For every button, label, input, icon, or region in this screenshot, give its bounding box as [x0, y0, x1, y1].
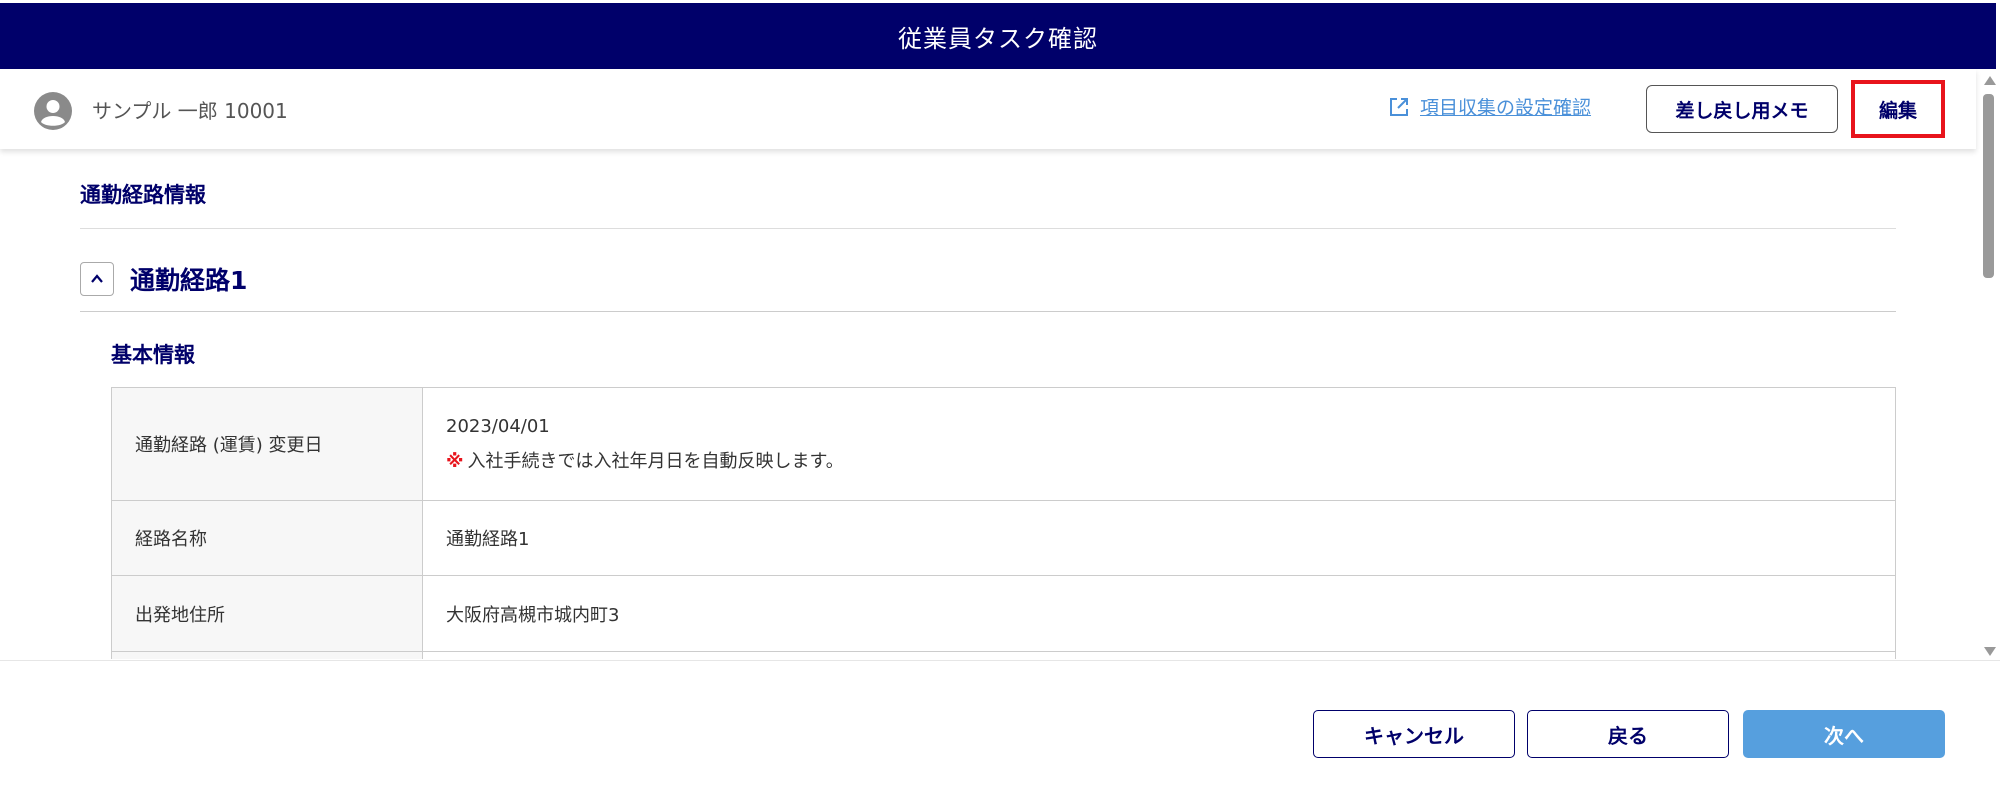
main-content: 通勤経路情報 通勤経路1 基本情報 通勤経路 (運賃) 変更日 2023/04/…: [0, 149, 1976, 659]
row-label: 通勤経路 (運賃) 変更日: [111, 387, 423, 501]
scroll-thumb[interactable]: [1983, 94, 1994, 278]
change-date-value: 2023/04/01: [446, 415, 550, 437]
row-value: 通勤経路1: [422, 500, 1896, 576]
row-value: [422, 651, 1896, 659]
route-title: 通勤経路1: [130, 266, 248, 295]
edit-button-label: 編集: [1878, 99, 1917, 122]
row-value: 大阪府高槻市城内町3: [422, 575, 1896, 652]
cancel-button-label: キャンセル: [1364, 723, 1464, 748]
scroll-down-arrow-icon[interactable]: [1984, 647, 1996, 656]
section-title: 通勤経路情報: [80, 183, 206, 207]
window-title: 従業員タスク確認: [898, 24, 1098, 53]
route-divider: [80, 311, 1896, 312]
info-table: 通勤経路 (運賃) 変更日 2023/04/01 ※ 入社手続きでは入社年月日を自…: [111, 387, 1896, 659]
collapse-button[interactable]: [80, 262, 114, 296]
footer-bar: キャンセル 戻る 次へ: [0, 660, 2000, 802]
return-memo-button[interactable]: 差し戻し用メモ: [1646, 85, 1838, 133]
table-row: [111, 651, 1896, 659]
user-avatar-icon: [34, 92, 72, 130]
next-button-label: 次へ: [1824, 723, 1864, 748]
user-header: サンプル 一郎 10001 項目収集の設定確認 差し戻し用メモ 編集: [0, 69, 1976, 149]
settings-link-label: 項目収集の設定確認: [1420, 97, 1592, 119]
cancel-button[interactable]: キャンセル: [1313, 710, 1515, 758]
section-divider: [80, 228, 1896, 229]
table-row: 出発地住所 大阪府高槻市城内町3: [111, 575, 1896, 652]
chevron-up-icon: [91, 274, 103, 283]
settings-check-link[interactable]: 項目収集の設定確認: [1388, 93, 1591, 120]
scroll-up-arrow-icon[interactable]: [1984, 76, 1996, 85]
user-name: サンプル 一郎 10001: [92, 99, 288, 123]
back-button-label: 戻る: [1608, 723, 1648, 748]
window-title-bar: 従業員タスク確認: [0, 3, 1996, 69]
row-label: 出発地住所: [111, 575, 423, 652]
note-mark: ※: [446, 450, 464, 472]
row-label: 経路名称: [111, 500, 423, 576]
external-link-icon: [1390, 97, 1408, 116]
next-button[interactable]: 次へ: [1743, 710, 1945, 758]
table-row: 通勤経路 (運賃) 変更日 2023/04/01 ※ 入社手続きでは入社年月日を自…: [111, 387, 1896, 501]
row-value: 2023/04/01 ※ 入社手続きでは入社年月日を自動反映します。: [422, 387, 1896, 501]
table-row: 経路名称 通勤経路1: [111, 500, 1896, 576]
vertical-scrollbar[interactable]: [1978, 72, 2000, 660]
note-text: 入社手続きでは入社年月日を自動反映します。: [467, 450, 844, 472]
auto-reflect-note: ※ 入社手続きでは入社年月日を自動反映します。: [446, 447, 1894, 473]
subsection-title: 基本情報: [111, 343, 195, 367]
edit-button[interactable]: 編集: [1851, 80, 1945, 138]
row-label: [111, 651, 423, 659]
return-memo-button-label: 差し戻し用メモ: [1675, 99, 1809, 122]
back-button[interactable]: 戻る: [1527, 710, 1729, 758]
route-header: 通勤経路1: [80, 261, 247, 297]
